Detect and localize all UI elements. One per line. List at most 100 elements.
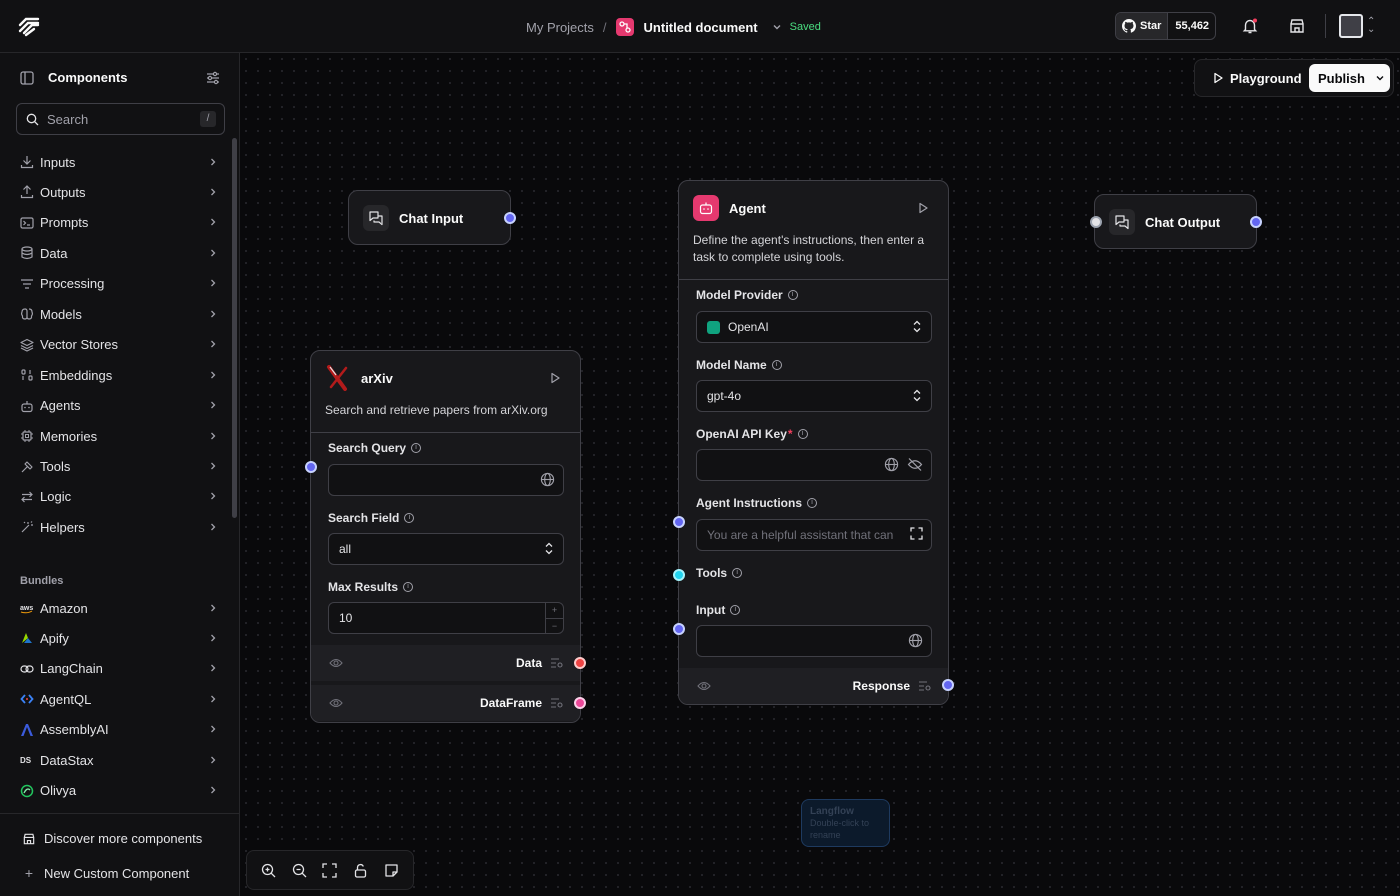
agent-node[interactable]: Agent Define the agent's instructions, t… (678, 180, 949, 705)
info-icon[interactable]: i (732, 568, 743, 578)
info-icon[interactable]: i (404, 513, 415, 523)
discover-more-button[interactable]: Discover more components (22, 831, 202, 846)
bundle-item-agentql[interactable]: AgentQL (20, 688, 218, 710)
info-icon[interactable]: i (787, 290, 798, 300)
bundle-item-assemblyai[interactable]: AssemblyAI (20, 719, 218, 741)
output-row-response[interactable]: Response (679, 668, 948, 704)
sidebar-item-prompts[interactable]: Prompts (20, 212, 218, 234)
sidebar-item-memories[interactable]: Memories (20, 425, 218, 447)
eye-off-icon[interactable] (907, 457, 923, 472)
document-title[interactable]: Untitled document (644, 20, 758, 35)
sidebar-scrollbar[interactable] (232, 138, 237, 518)
new-custom-component-button[interactable]: + New Custom Component (22, 865, 189, 881)
eye-icon[interactable] (697, 680, 711, 692)
agent-input-handle[interactable] (673, 623, 685, 635)
bundle-item-apify[interactable]: Apify (20, 627, 218, 649)
sidebar-item-helpers[interactable]: Helpers (20, 516, 218, 538)
sidebar-item-label: Inputs (40, 154, 76, 170)
bell-icon[interactable] (1241, 17, 1259, 35)
globe-icon[interactable] (908, 633, 923, 648)
chat-output-input-handle[interactable] (1090, 216, 1102, 228)
sidebar-item-agents[interactable]: Agents (20, 395, 218, 417)
bundle-item-datastax[interactable]: DS DataStax (20, 749, 218, 771)
output-row-dataframe[interactable]: DataFrame (311, 685, 580, 721)
zoom-out-icon[interactable] (292, 863, 307, 878)
eye-icon[interactable] (329, 697, 343, 709)
eye-icon[interactable] (329, 657, 343, 669)
playground-button[interactable]: Playground (1204, 64, 1310, 92)
chat-output-node[interactable]: Chat Output (1094, 194, 1257, 249)
expand-icon[interactable] (910, 527, 923, 540)
agent-instructions-input-handle[interactable] (673, 516, 685, 528)
sticky-note-icon[interactable] (384, 863, 399, 878)
langflow-logo-icon[interactable] (18, 15, 40, 37)
decrement-button[interactable]: − (546, 619, 563, 634)
sidebar-item-logic[interactable]: Logic (20, 486, 218, 508)
list-search-icon[interactable] (918, 681, 932, 691)
info-icon[interactable]: i (730, 605, 741, 615)
info-icon[interactable]: i (411, 443, 422, 453)
sidebar-item-vector-stores[interactable]: Vector Stores (20, 334, 218, 356)
avatar[interactable] (1339, 14, 1363, 38)
github-star-button[interactable]: Star 55,462 (1115, 12, 1216, 40)
flow-icon (615, 18, 634, 36)
panel-left-icon[interactable] (20, 70, 34, 85)
output-row-data[interactable]: Data (311, 645, 580, 681)
info-icon[interactable]: i (771, 360, 782, 370)
zoom-in-icon[interactable] (261, 863, 276, 878)
api-key-input[interactable] (696, 449, 932, 481)
svg-text:DS: DS (20, 756, 32, 765)
search-field-select[interactable]: all (328, 533, 564, 565)
sidebar-item-processing[interactable]: Processing (20, 273, 218, 295)
fit-view-icon[interactable] (322, 862, 338, 878)
list-search-icon[interactable] (550, 658, 564, 668)
sidebar-item-data[interactable]: Data (20, 242, 218, 264)
increment-button[interactable]: + (546, 603, 563, 619)
sidebar-item-models[interactable]: Models (20, 303, 218, 325)
tools-input-handle[interactable] (673, 569, 685, 581)
list-search-icon[interactable] (550, 698, 564, 708)
sidebar-item-embeddings[interactable]: Embeddings (20, 364, 218, 386)
play-icon[interactable] (917, 202, 929, 214)
sliders-icon[interactable] (206, 71, 220, 85)
sidebar-item-label: Data (40, 245, 68, 261)
chevrons-up-down-icon[interactable]: ⌃ ⌄ (1367, 17, 1375, 35)
agent-input-field[interactable] (696, 625, 932, 657)
store-icon[interactable] (1288, 17, 1306, 35)
globe-icon[interactable] (884, 457, 899, 472)
data-output-handle[interactable] (574, 657, 586, 669)
globe-icon[interactable] (540, 472, 555, 487)
model-provider-select[interactable]: OpenAI (696, 311, 932, 343)
my-projects-link[interactable]: My Projects (526, 20, 594, 35)
chevron-down-icon[interactable] (772, 20, 782, 35)
bundle-item-amazon[interactable]: aws Amazon (20, 597, 218, 619)
search-query-input-handle[interactable] (305, 461, 317, 473)
bundle-item-olivya[interactable]: Olivya (20, 780, 218, 802)
chat-input-output-handle[interactable] (504, 212, 516, 224)
openai-icon (707, 320, 720, 334)
sidebar-item-outputs[interactable]: Outputs (20, 181, 218, 203)
max-results-input[interactable]: 10 + − (328, 602, 564, 634)
model-name-select[interactable]: gpt-4o (696, 380, 932, 412)
publish-button[interactable]: Publish (1309, 64, 1390, 92)
dataframe-output-handle[interactable] (574, 697, 586, 709)
chat-input-node[interactable]: Chat Input (348, 190, 511, 245)
response-output-handle[interactable] (942, 679, 954, 691)
play-icon[interactable] (549, 372, 561, 384)
node-title: Agent (729, 200, 766, 216)
search-query-input[interactable] (328, 464, 564, 496)
sidebar-item-tools[interactable]: Tools (20, 456, 218, 478)
sidebar-item-inputs[interactable]: Inputs (20, 151, 218, 173)
bundle-item-langchain[interactable]: LangChain (20, 658, 218, 680)
sticky-note[interactable]: Langflow Double-click to rename (801, 799, 890, 847)
agent-instructions-input[interactable]: You are a helpful assistant that can (696, 519, 932, 551)
info-icon[interactable]: i (403, 582, 414, 592)
info-icon[interactable]: i (797, 429, 808, 439)
unlock-icon[interactable] (353, 863, 368, 878)
arxiv-node[interactable]: arXiv Search and retrieve papers from ar… (310, 350, 581, 723)
search-input[interactable]: Search / (16, 103, 225, 135)
number-stepper[interactable]: + − (545, 603, 563, 633)
info-icon[interactable]: i (807, 498, 818, 508)
chat-output-output-handle[interactable] (1250, 216, 1262, 228)
breadcrumb-separator: / (602, 19, 607, 35)
